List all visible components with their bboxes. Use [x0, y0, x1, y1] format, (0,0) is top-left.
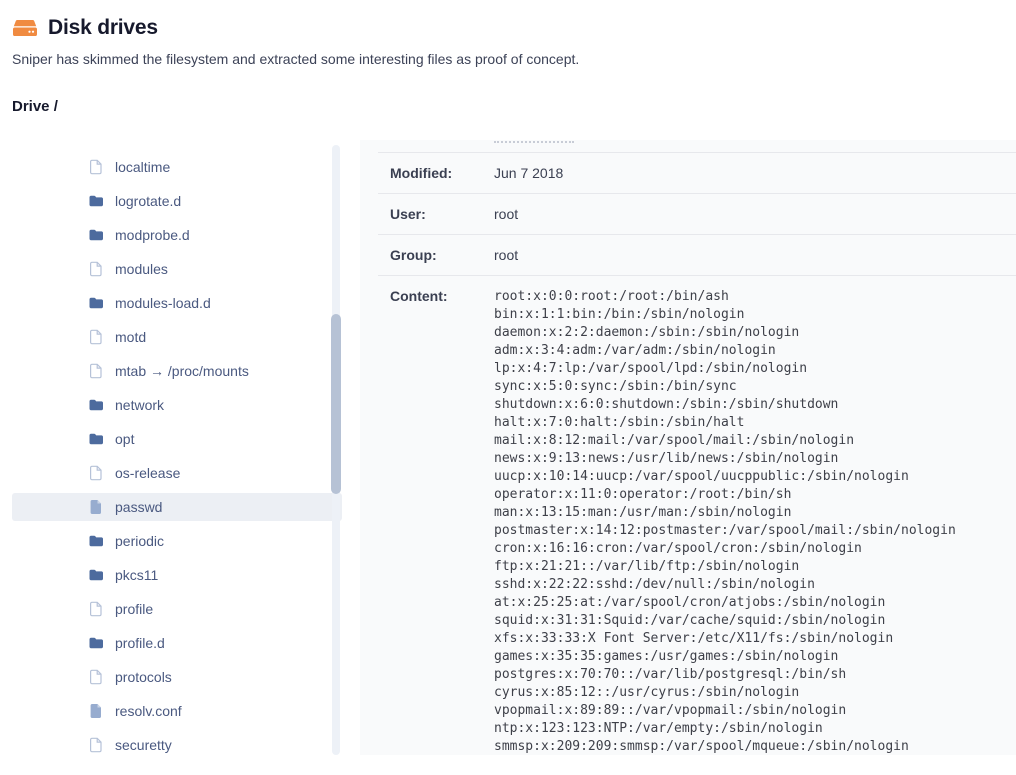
- file-content: root:x:0:0:root:/root:/bin/ash bin:x:1:1…: [494, 288, 956, 755]
- tree-item-label: securetty: [115, 737, 172, 753]
- tree-item[interactable]: passwd: [12, 493, 342, 521]
- tree-item-icon: [88, 499, 104, 515]
- tree-item-icon: [88, 669, 104, 685]
- file-browser: localtime: [0, 140, 1016, 755]
- tree-item-label: network: [115, 397, 164, 413]
- disk-drive-icon: [12, 17, 38, 39]
- tree-item[interactable]: motd: [12, 323, 342, 351]
- detail-row: Group: root: [378, 234, 1016, 275]
- tree-item[interactable]: modules: [12, 255, 342, 283]
- file-tree: localtime: [0, 140, 360, 755]
- tree-item-icon: [88, 567, 104, 583]
- file-outline-icon: [88, 737, 104, 753]
- page-title: Disk drives: [48, 16, 158, 40]
- detail-value: root: [494, 247, 518, 263]
- file-tree-sidebar: localtime: [0, 140, 360, 755]
- tree-item[interactable]: logrotate.d: [12, 187, 342, 215]
- tree-item-icon: [88, 533, 104, 549]
- tree-item-icon: [88, 737, 104, 753]
- tree-item-icon: [88, 227, 104, 243]
- detail-label: Modified:: [390, 165, 494, 181]
- tree-item-label: localtime: [115, 159, 170, 175]
- detail-label: Group:: [390, 247, 494, 263]
- tree-item[interactable]: network: [12, 391, 342, 419]
- tree-item-label: periodic: [115, 533, 164, 549]
- detail-row: Modified: Jun 7 2018: [378, 152, 1016, 193]
- file-outline-icon: [88, 329, 104, 345]
- tree-item-label: profile: [115, 601, 153, 617]
- file-details-panel: Modified: Jun 7 2018 User: root Group: r…: [360, 140, 1016, 755]
- tree-item[interactable]: os-release: [12, 459, 342, 487]
- page-subtitle: Sniper has skimmed the filesystem and ex…: [12, 51, 1004, 67]
- tree-item-label: protocols: [115, 669, 172, 685]
- file-filled-icon: [88, 499, 104, 515]
- tree-item-icon: [88, 635, 104, 651]
- tree-item-icon: [88, 329, 104, 345]
- tree-item-label: os-release: [115, 465, 180, 481]
- tree-item-label: modprobe.d: [115, 227, 190, 243]
- tree-item-icon: [88, 703, 104, 719]
- drive-path-label: Drive /: [12, 98, 1004, 115]
- tree-item-label: opt: [115, 431, 134, 447]
- tree-item-label: profile.d: [115, 635, 165, 651]
- file-outline-icon: [88, 261, 104, 277]
- tree-item-icon: [88, 295, 104, 311]
- tree-item-label: resolv.conf: [115, 703, 182, 719]
- file-outline-icon: [88, 601, 104, 617]
- tree-item-icon: [88, 601, 104, 617]
- folder-icon: [88, 567, 104, 583]
- tree-item[interactable]: mtab → /proc/mounts: [12, 357, 342, 385]
- tree-item-label: passwd: [115, 499, 162, 515]
- detail-value: root: [494, 206, 518, 222]
- tree-item-label: pkcs11: [115, 567, 158, 583]
- page-header: Disk drives: [0, 0, 1016, 40]
- tree-item[interactable]: profile: [12, 595, 342, 623]
- folder-icon: [88, 533, 104, 549]
- folder-icon: [88, 227, 104, 243]
- tree-item-icon: [88, 363, 104, 379]
- tree-item-label: modules-load.d: [115, 295, 211, 311]
- tree-item[interactable]: modules-load.d: [12, 289, 342, 317]
- tree-item[interactable]: resolv.conf: [12, 697, 342, 725]
- tree-item-icon: [88, 431, 104, 447]
- tree-item-icon: [88, 193, 104, 209]
- tree-item-icon: [88, 159, 104, 175]
- detail-value: Jun 7 2018: [494, 165, 563, 181]
- tree-item[interactable]: modprobe.d: [12, 221, 342, 249]
- detail-label: Content:: [390, 288, 494, 755]
- detail-row: User: root: [378, 193, 1016, 234]
- detail-row-content: Content: root:x:0:0:root:/root:/bin/ash …: [378, 275, 1016, 755]
- tree-item-label: motd: [115, 329, 146, 345]
- detail-label: User:: [390, 206, 494, 222]
- tree-item[interactable]: periodic: [12, 527, 342, 555]
- disk-drives-page: Disk drives Sniper has skimmed the files…: [0, 0, 1016, 775]
- tree-item[interactable]: opt: [12, 425, 342, 453]
- tree-item[interactable]: profile.d: [12, 629, 342, 657]
- tree-item[interactable]: protocols: [12, 663, 342, 691]
- folder-icon: [88, 397, 104, 413]
- tree-item-icon: [88, 261, 104, 277]
- file-outline-icon: [88, 669, 104, 685]
- file-outline-icon: [88, 159, 104, 175]
- tree-item-icon: [88, 465, 104, 481]
- file-outline-icon: [88, 363, 104, 379]
- tree-item[interactable]: pkcs11: [12, 561, 342, 589]
- detail-rows: Modified: Jun 7 2018 User: root Group: r…: [378, 152, 1016, 755]
- tree-item[interactable]: localtime: [12, 153, 342, 181]
- tree-item-label: mtab → /proc/mounts: [115, 363, 249, 379]
- tree-item-icon: [88, 397, 104, 413]
- folder-icon: [88, 431, 104, 447]
- sidebar-scrollbar-thumb[interactable]: [331, 314, 341, 494]
- folder-icon: [88, 193, 104, 209]
- file-filled-icon: [88, 703, 104, 719]
- tree-item-label: modules: [115, 261, 168, 277]
- folder-icon: [88, 295, 104, 311]
- tree-item[interactable]: securetty: [12, 731, 342, 755]
- file-outline-icon: [88, 465, 104, 481]
- folder-icon: [88, 635, 104, 651]
- clipped-row-remnant: [494, 140, 574, 143]
- tree-item-label: logrotate.d: [115, 193, 181, 209]
